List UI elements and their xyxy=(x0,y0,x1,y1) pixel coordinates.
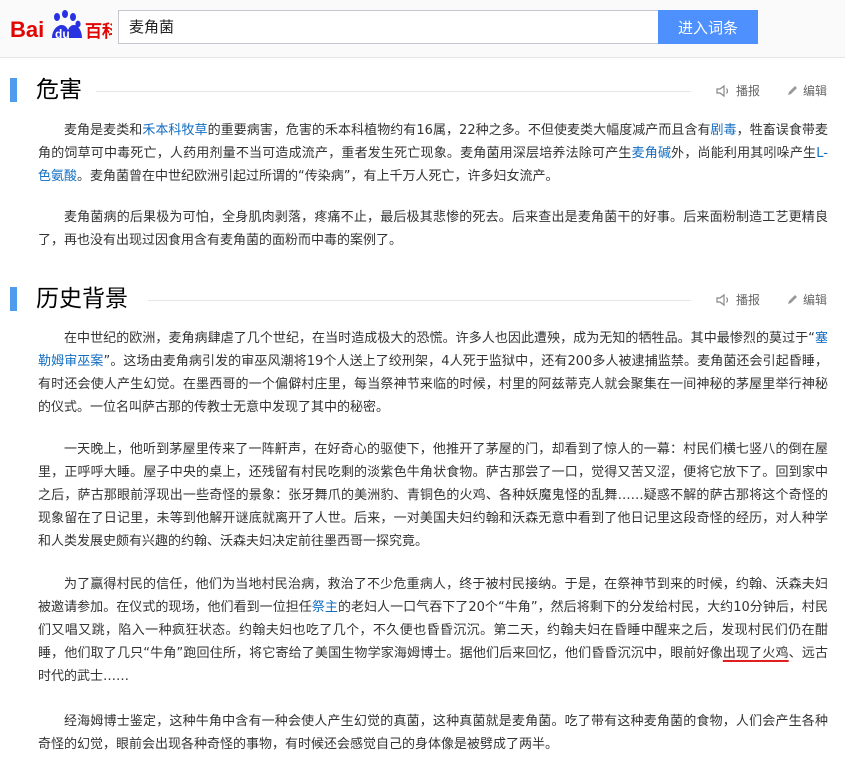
report-label: 播报 xyxy=(735,84,760,98)
speaker-icon xyxy=(716,84,729,97)
edit-button[interactable]: 编辑 xyxy=(786,291,827,308)
section-marker xyxy=(10,78,17,102)
pencil-icon xyxy=(787,86,797,95)
section-header-history: 历史背景 播报 编辑 xyxy=(0,281,845,321)
report-label: 播报 xyxy=(735,293,760,307)
logo-du: du xyxy=(55,27,70,41)
link-gramineae-forage[interactable]: 禾本科牧草 xyxy=(142,123,207,138)
enter-entry-button[interactable]: 进入词条 xyxy=(658,10,758,44)
report-button[interactable]: 播报 xyxy=(716,291,760,308)
link-ergot-alkaloid[interactable]: 麦角碱 xyxy=(632,146,672,161)
section-header-harm: 危害 播报 编辑 xyxy=(0,72,845,112)
paragraph-history-1: 在中世纪的欧洲，麦角病肆虐了几个世纪，在当时造成极大的恐慌。许多人也因此遭殃，成… xyxy=(38,331,828,415)
edit-label: 编辑 xyxy=(802,84,827,98)
section-divider xyxy=(148,300,691,301)
paragraph-history-3: 为了赢得村民的信任，他们为当地村民治病，救治了不少危重病人，终于被村民接纳。于是… xyxy=(38,577,828,684)
logo-baike: 百科 xyxy=(85,21,112,42)
section-marker xyxy=(10,287,17,311)
section-title: 历史背景 xyxy=(36,286,128,312)
section-title: 危害 xyxy=(36,77,82,103)
paragraph-harm-2: 麦角菌病的后果极为可怕，全身肌肉剥落，疼痛不止，最后极其悲惨的死去。后来查出是麦… xyxy=(38,210,828,248)
top-bar: Bai du 百科 进入词条 xyxy=(0,0,845,58)
baidu-baike-logo[interactable]: Bai du 百科 xyxy=(8,6,119,46)
edit-label: 编辑 xyxy=(802,293,827,307)
paragraph-harm-1: 麦角是麦类和禾本科牧草的重要病害，危害的禾本科植物约有16属，22种之多。不但使… xyxy=(38,123,828,184)
section-divider xyxy=(96,91,691,92)
edit-button[interactable]: 编辑 xyxy=(786,82,827,99)
paragraph-history-4: 经海姆博士鉴定，这种牛角中含有一种会使人产生幻觉的真菌，这种真菌就是麦角菌。吃了… xyxy=(38,714,828,752)
speaker-icon xyxy=(716,293,729,306)
report-button[interactable]: 播报 xyxy=(716,82,760,99)
link-officiant[interactable]: 祭主 xyxy=(312,600,338,615)
search-input[interactable] xyxy=(118,10,658,44)
paragraph-history-2: 一天晚上，他听到茅屋里传来了一阵鼾声，在好奇心的驱使下，他推开了茅屋的门，却看到… xyxy=(38,442,828,549)
logo-bai: Bai xyxy=(10,17,44,42)
pencil-icon xyxy=(787,295,797,304)
link-toxic[interactable]: 剧毒 xyxy=(711,123,737,138)
underlined-phrase: 出现了火鸡 xyxy=(722,646,789,661)
